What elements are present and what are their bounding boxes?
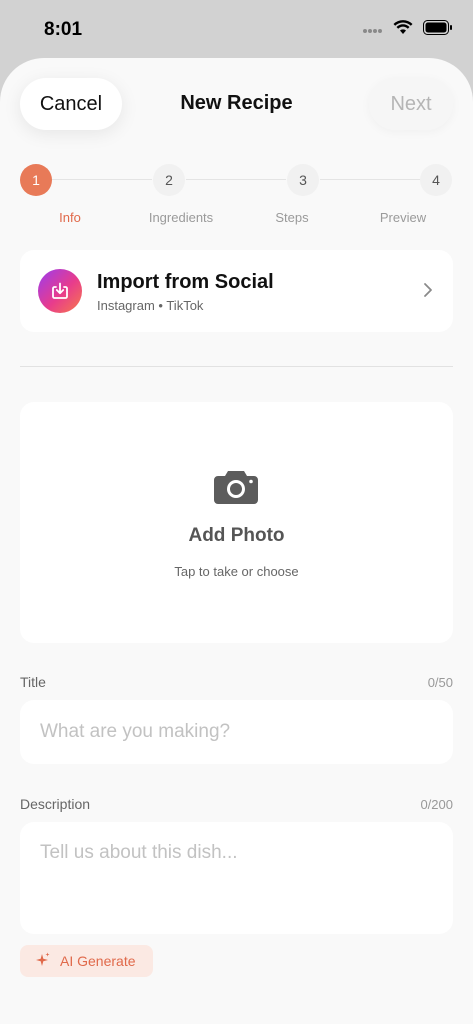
step-connector xyxy=(52,179,152,180)
title-char-count: 0/50 xyxy=(427,675,453,690)
step-3-label: Steps xyxy=(275,210,309,225)
status-bar: 8:01 xyxy=(0,0,473,58)
status-time: 8:01 xyxy=(44,19,83,40)
import-title: Import from Social xyxy=(97,271,274,293)
description-label: Description xyxy=(20,796,91,812)
ai-generate-label: AI Generate xyxy=(60,953,136,969)
step-indicator: 1 2 3 4 Info Ingredients Steps Preview xyxy=(0,162,473,232)
step-2-circle[interactable]: 2 xyxy=(153,164,185,196)
add-photo-title: Add Photo xyxy=(188,525,285,546)
title-label: Title xyxy=(20,674,46,690)
cellular-icon xyxy=(363,21,383,39)
section-divider xyxy=(20,366,453,367)
step-4-circle[interactable]: 4 xyxy=(420,164,452,196)
step-3-circle[interactable]: 3 xyxy=(287,164,319,196)
step-1-circle[interactable]: 1 xyxy=(20,164,52,196)
status-icons xyxy=(363,20,453,40)
description-input[interactable] xyxy=(20,822,453,934)
camera-icon xyxy=(212,468,260,511)
sparkle-icon xyxy=(36,952,50,971)
import-from-social-card[interactable]: Import from Social Instagram • TikTok xyxy=(20,250,453,332)
import-subtitle: Instagram • TikTok xyxy=(97,298,204,313)
import-icon xyxy=(38,269,82,313)
step-4-label: Preview xyxy=(379,210,427,225)
title-input[interactable] xyxy=(20,700,453,764)
battery-icon xyxy=(423,20,453,40)
next-button[interactable]: Next xyxy=(369,78,453,130)
wifi-icon xyxy=(393,20,413,40)
chevron-right-icon xyxy=(423,282,433,303)
ai-generate-button[interactable]: AI Generate xyxy=(20,945,153,977)
add-photo-area[interactable]: Add Photo Tap to take or choose xyxy=(20,402,453,643)
step-connector xyxy=(320,179,420,180)
step-1-label: Info xyxy=(59,210,81,225)
new-recipe-sheet: Cancel New Recipe Next 1 2 3 4 Info Ingr… xyxy=(0,58,473,1024)
add-photo-subtitle: Tap to take or choose xyxy=(174,564,299,579)
step-connector xyxy=(186,179,286,180)
description-char-count: 0/200 xyxy=(420,797,453,812)
step-2-label: Ingredients xyxy=(148,210,214,225)
